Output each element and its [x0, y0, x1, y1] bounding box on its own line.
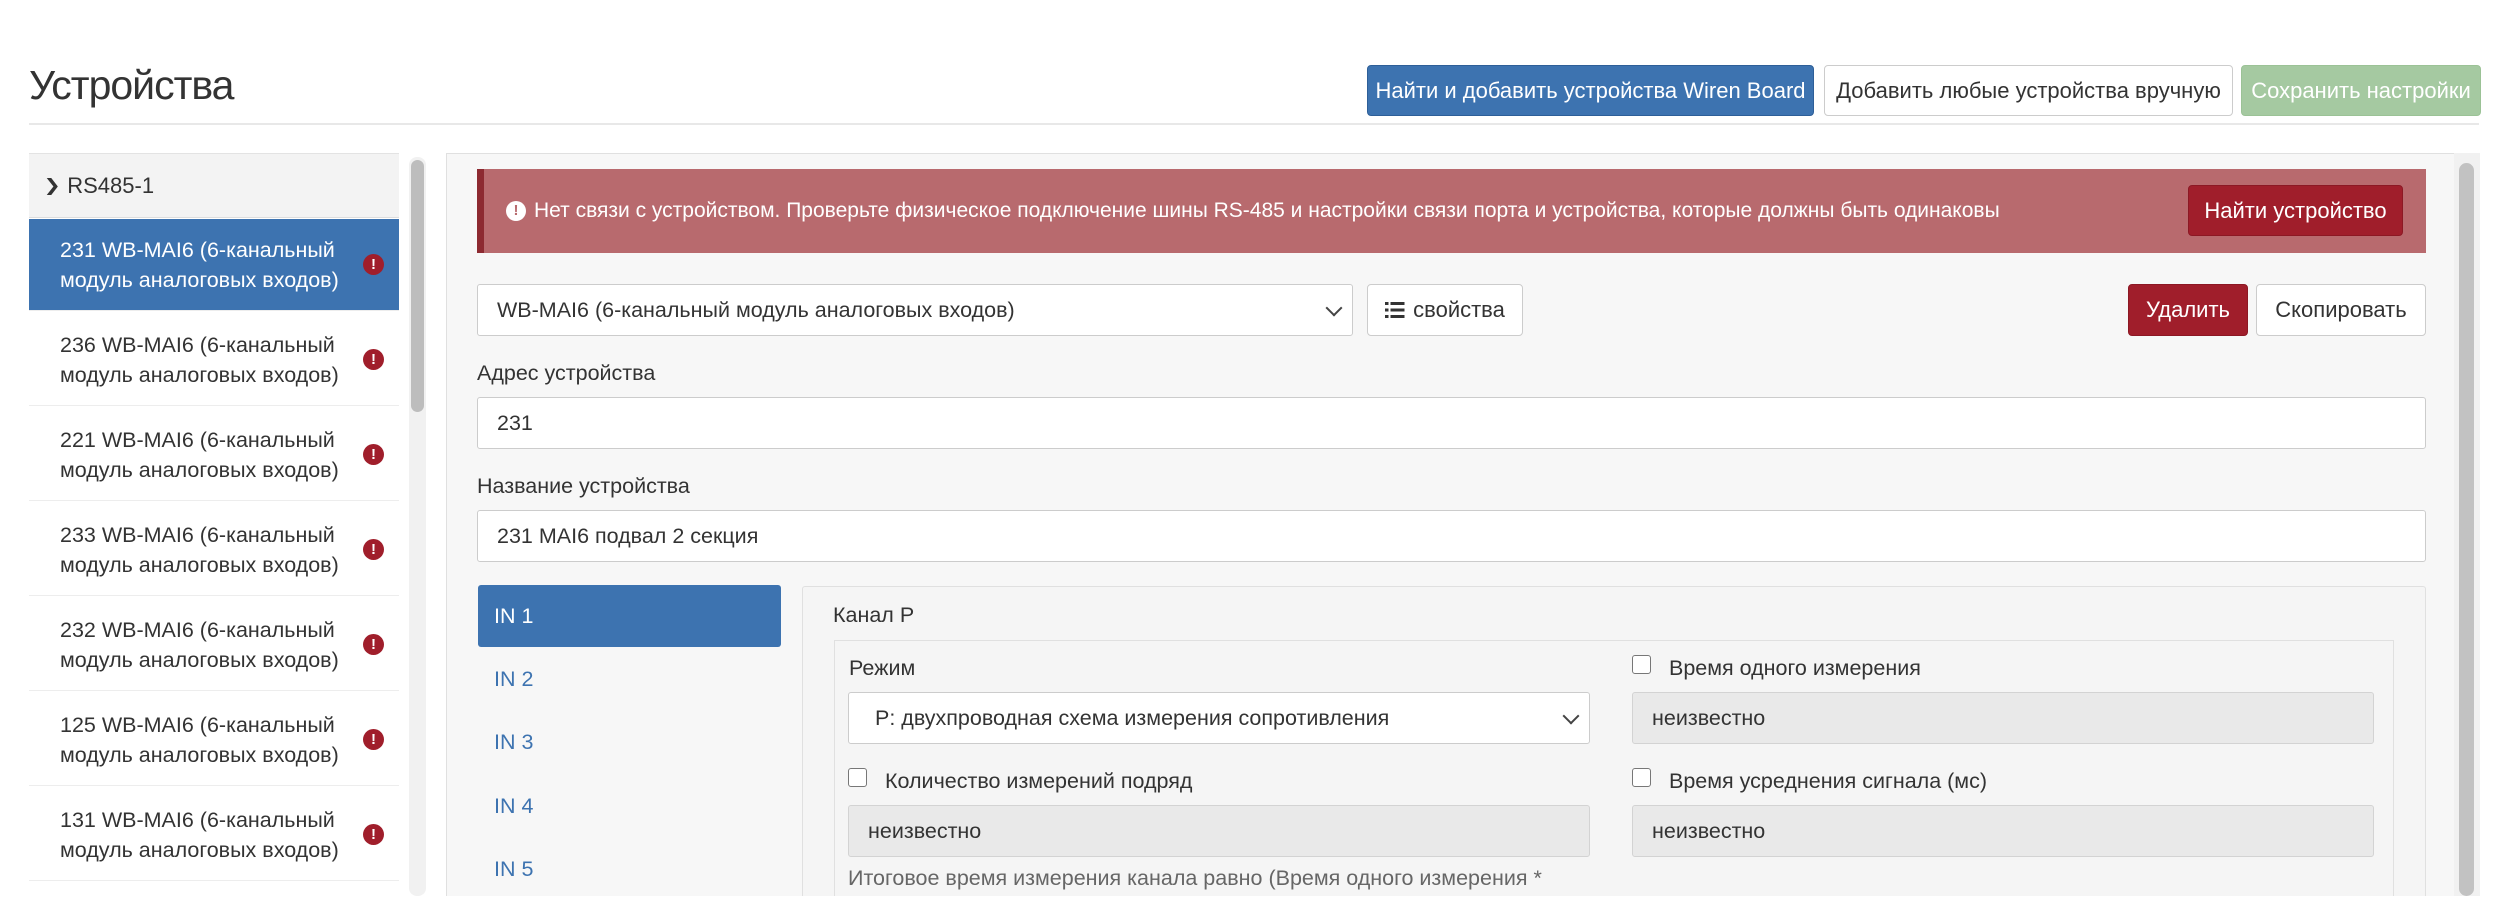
device-item-line1: 221 WB-MAI6 (6-канальный — [60, 427, 335, 452]
avg-time-label: Время усреднения сигнала (мс) — [1669, 769, 1987, 793]
tab-in-4[interactable]: IN 4 — [478, 775, 781, 837]
avg-time-field: неизвестно — [1632, 805, 2374, 857]
address-input[interactable]: 231 — [477, 397, 2426, 449]
page-title: Устройства — [29, 62, 234, 108]
device-item-line1: 125 WB-MAI6 (6-канальный — [60, 712, 335, 737]
count-label: Количество измерений подряд — [885, 769, 1193, 793]
title-divider — [29, 123, 2479, 125]
device-list-scrollbar-thumb[interactable] — [411, 160, 424, 412]
count-checkbox[interactable] — [848, 768, 867, 787]
device-item[interactable]: 125 WB-MAI6 (6-канальный модуль аналоговы… — [29, 694, 399, 786]
avg-time-checkbox[interactable] — [1632, 768, 1651, 787]
find-add-devices-button[interactable]: Найти и добавить устройства Wiren Board — [1367, 65, 1814, 116]
count-value: неизвестно — [868, 818, 982, 843]
error-icon: ! — [363, 443, 384, 465]
device-item-line1: 131 WB-MAI6 (6-канальный — [60, 807, 335, 832]
device-item[interactable]: 232 WB-MAI6 (6-канальный модуль аналоговы… — [29, 599, 399, 691]
error-icon: ! — [363, 728, 384, 750]
error-icon: ! — [363, 538, 384, 560]
single-time-checkbox[interactable] — [1632, 655, 1651, 674]
exclamation-circle-icon: ! — [506, 201, 526, 221]
device-item[interactable]: 236 WB-MAI6 (6-канальный модуль аналоговы… — [29, 314, 399, 406]
channel-settings-group — [834, 640, 2394, 896]
device-item[interactable]: 221 WB-MAI6 (6-канальный модуль аналоговы… — [29, 409, 399, 501]
add-manual-devices-button[interactable]: Добавить любые устройства вручную — [1824, 65, 2233, 116]
avg-time-value: неизвестно — [1652, 818, 1766, 843]
chevron-down-icon — [1325, 299, 1343, 317]
device-item-line2: модуль аналоговых входов) — [60, 362, 339, 387]
device-name-label: Название устройства — [477, 474, 690, 498]
channel-title: Канал P — [833, 603, 915, 627]
properties-button[interactable]: свойства — [1367, 284, 1523, 336]
device-item-line2: модуль аналоговых входов) — [60, 837, 339, 862]
single-time-value: неизвестно — [1652, 705, 1766, 730]
device-name-value: 231 MAI6 подвал 2 секция — [497, 523, 759, 548]
alert-text: Нет связи с устройством. Проверьте физич… — [534, 199, 2000, 222]
tab-in-1[interactable]: IN 1 — [478, 585, 781, 647]
delete-button[interactable]: Удалить — [2128, 284, 2248, 336]
copy-button[interactable]: Скопировать — [2256, 284, 2426, 336]
device-item-line1: 236 WB-MAI6 (6-канальный — [60, 332, 335, 357]
single-time-field: неизвестно — [1632, 692, 2374, 744]
device-item-line1: 231 WB-MAI6 (6-канальный — [60, 237, 335, 262]
port-label: RS485-1 — [67, 172, 155, 198]
device-list: ❯ RS485-1 231 WB-MAI6 (6-канальный модуль… — [29, 153, 399, 896]
device-item-line2: модуль аналоговых входов) — [60, 742, 339, 767]
device-item-line2: модуль аналоговых входов) — [60, 552, 339, 577]
mode-value: P: двухпроводная схема измерения сопроти… — [875, 705, 1390, 730]
device-name-input[interactable]: 231 MAI6 подвал 2 секция — [477, 510, 2426, 562]
find-device-button[interactable]: Найти устройство — [2188, 185, 2403, 236]
device-type-select[interactable]: WB-MAI6 (6-канальный модуль аналоговых в… — [477, 284, 1353, 336]
count-field: неизвестно — [848, 805, 1590, 857]
device-item-line2: модуль аналоговых входов) — [60, 457, 339, 482]
device-item-line1: 232 WB-MAI6 (6-канальный — [60, 617, 335, 642]
single-time-label: Время одного измерения — [1669, 656, 1921, 680]
error-icon: ! — [363, 633, 384, 655]
tab-in-5[interactable]: IN 5 — [478, 838, 781, 900]
device-item-line2: модуль аналоговых входов) — [60, 267, 339, 292]
tab-in-3[interactable]: IN 3 — [478, 711, 781, 773]
address-value: 231 — [497, 410, 533, 435]
error-icon: ! — [363, 348, 384, 370]
device-type-value: WB-MAI6 (6-канальный модуль аналоговых в… — [497, 297, 1015, 322]
save-settings-button[interactable]: Сохранить настройки — [2241, 65, 2481, 116]
error-icon: ! — [363, 823, 384, 845]
connection-alert: ! Нет связи с устройством. Проверьте физ… — [477, 169, 2426, 253]
mode-label: Режим — [849, 656, 916, 680]
device-item-line2: модуль аналоговых входов) — [60, 647, 339, 672]
list-icon — [1385, 302, 1405, 318]
chevron-down-icon: ❯ — [43, 175, 61, 195]
properties-label: свойства — [1413, 297, 1505, 322]
chevron-down-icon — [1562, 707, 1580, 725]
settings-scrollbar-thumb[interactable] — [2459, 163, 2474, 896]
help-text: Итоговое время измерения канала равно (В… — [848, 866, 1542, 890]
device-item[interactable]: 233 WB-MAI6 (6-канальный модуль аналоговы… — [29, 504, 399, 596]
mode-select[interactable]: P: двухпроводная схема измерения сопроти… — [848, 692, 1590, 744]
port-group-header[interactable]: ❯ RS485-1 — [29, 154, 399, 218]
device-item[interactable]: 131 WB-MAI6 (6-канальный модуль аналоговы… — [29, 789, 399, 881]
device-item[interactable]: 231 WB-MAI6 (6-канальный модуль аналоговы… — [29, 219, 399, 311]
device-item-line1: 233 WB-MAI6 (6-канальный — [60, 522, 335, 547]
address-label: Адрес устройства — [477, 361, 656, 385]
error-icon: ! — [363, 253, 384, 275]
tab-in-2[interactable]: IN 2 — [478, 648, 781, 710]
